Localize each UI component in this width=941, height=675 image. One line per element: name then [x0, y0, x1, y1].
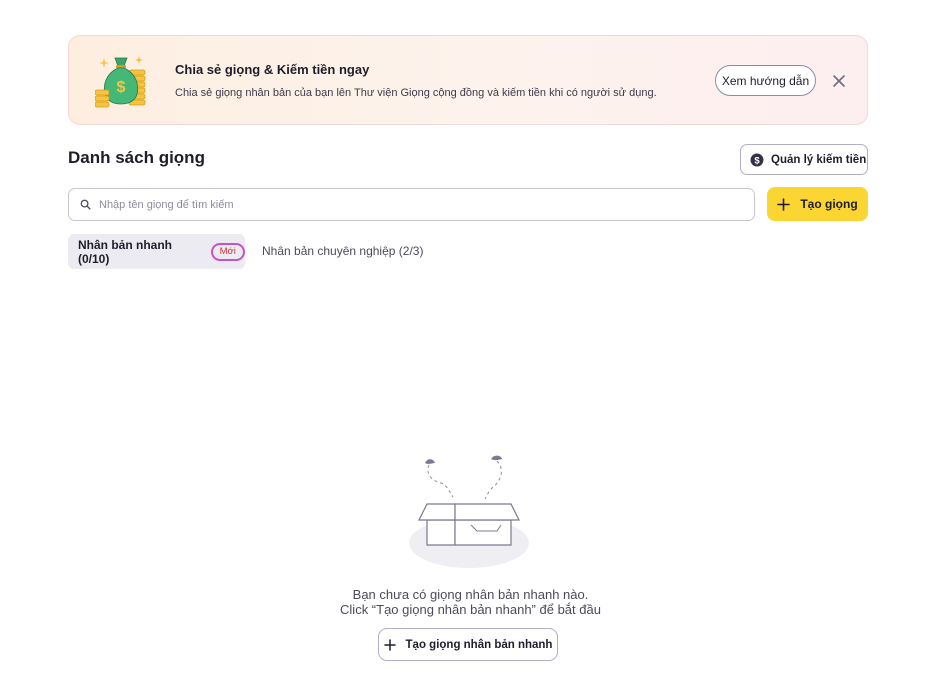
create-quick-clone-button[interactable]: Tạo giọng nhân bản nhanh: [378, 628, 558, 661]
manage-monetization-button[interactable]: $ Quản lý kiếm tiền: [740, 144, 868, 175]
manage-monetization-label: Quản lý kiếm tiền: [771, 153, 867, 166]
view-guide-button[interactable]: Xem hướng dẫn: [715, 65, 816, 96]
page-title: Danh sách giọng: [68, 148, 205, 167]
banner-title: Chia sẻ giọng & Kiếm tiền ngay: [175, 62, 370, 77]
tab-quick-clone[interactable]: Nhân bản nhanh (0/10) Mới: [68, 234, 245, 269]
create-voice-button[interactable]: Tạo giọng: [767, 187, 868, 221]
plus-icon: [777, 197, 791, 211]
svg-text:$: $: [754, 155, 760, 166]
search-icon: [80, 199, 91, 210]
new-badge: Mới: [210, 242, 245, 261]
svg-text:$: $: [117, 79, 126, 96]
search-input[interactable]: [99, 198, 754, 211]
empty-box-icon: [409, 455, 529, 568]
money-bag-coins-icon: $: [95, 56, 146, 108]
dollar-circle-icon: $: [750, 153, 764, 166]
promo-banner: $ Chia sẻ giọng & Kiếm tiền ngay Chia sẻ…: [68, 35, 868, 125]
banner-description: Chia sẻ giọng nhân bản của bạn lên Thư v…: [175, 87, 657, 99]
plus-icon: [383, 638, 396, 651]
tab-professional-clone[interactable]: Nhân bản chuyên nghiệp (2/3): [262, 244, 423, 258]
create-voice-label: Tạo giọng: [800, 197, 858, 211]
search-box: [68, 188, 755, 221]
empty-state-hint: Click “Tạo giọng nhân bản nhanh” để bắt …: [340, 602, 601, 617]
create-quick-clone-label: Tạo giọng nhân bản nhanh: [405, 638, 553, 651]
tab-quick-clone-label: Nhân bản nhanh (0/10): [78, 237, 172, 266]
close-icon[interactable]: [829, 71, 849, 91]
empty-state-message: Bạn chưa có giọng nhân bản nhanh nào.: [352, 587, 589, 602]
